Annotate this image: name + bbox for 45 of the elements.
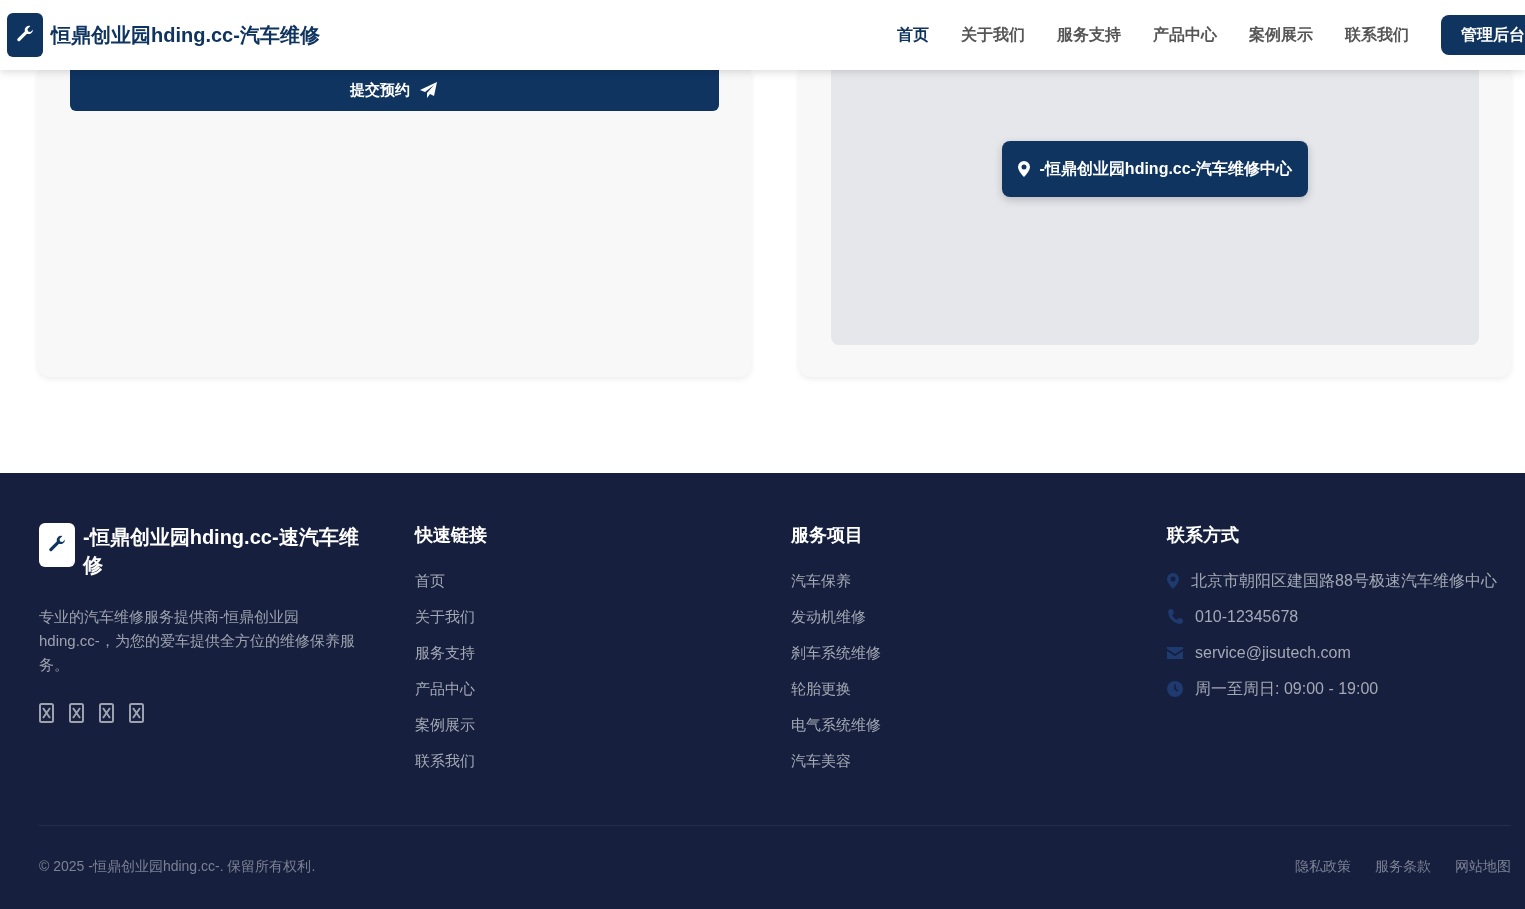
contact-text: 北京市朝阳区建国路88号极速汽车维修中心 <box>1191 570 1497 591</box>
send-icon <box>420 82 439 98</box>
map-pin-icon <box>1167 573 1179 589</box>
nav-link[interactable]: 关于我们 <box>945 24 1041 46</box>
footer-link[interactable]: 电气系统维修 <box>791 713 1167 737</box>
footer-link[interactable]: 产品中心 <box>415 677 791 701</box>
contact-text: service@jisutech.com <box>1195 644 1351 662</box>
nav-link[interactable]: 联系我们 <box>1329 24 1425 46</box>
nav-link[interactable]: 服务支持 <box>1041 24 1137 46</box>
nav-link[interactable]: 案例展示 <box>1233 24 1329 46</box>
footer-link[interactable]: 汽车美容 <box>791 749 1167 773</box>
footer-link[interactable]: 汽车保养 <box>791 569 1167 593</box>
location-label: -恒鼎创业园hding.cc-汽车维修中心 <box>1001 141 1308 197</box>
footer-link[interactable]: 网站地图 <box>1455 858 1511 876</box>
placeholder-glyph-icon[interactable] <box>69 703 84 723</box>
site-title: 恒鼎创业园hding.cc-汽车维修 <box>51 22 320 48</box>
footer-link[interactable]: 发动机维修 <box>791 605 1167 629</box>
submit-button[interactable]: 提交预约 <box>70 70 719 111</box>
nav-link[interactable]: 产品中心 <box>1137 24 1233 46</box>
footer-link[interactable]: 关于我们 <box>415 605 791 629</box>
column-heading: 联系方式 <box>1167 524 1240 547</box>
footer-link[interactable]: 案例展示 <box>415 713 791 737</box>
column-heading: 快速链接 <box>415 524 488 547</box>
map-pin-icon <box>1017 161 1030 177</box>
footer-title: -恒鼎创业园hding.cc-速汽车维修 <box>83 525 360 578</box>
envelope-icon <box>1167 647 1183 659</box>
placeholder-glyph-icon[interactable] <box>129 703 144 723</box>
footer-link[interactable]: 刹车系统维修 <box>791 641 1167 665</box>
footer-description: 专业的汽车维修服务提供商-恒鼎创业园hding.cc-，为您的爱车提供全方位的维修保养服务。 <box>39 607 356 675</box>
footer-link[interactable]: 首页 <box>415 569 791 593</box>
placeholder-glyph-icon[interactable] <box>39 703 54 723</box>
copyright-text: © 2025 -恒鼎创业园hding.cc-. 保留所有权利. <box>39 858 316 876</box>
clock-icon <box>1167 681 1183 697</box>
footer-link[interactable]: 轮胎更换 <box>791 677 1167 701</box>
footer-link[interactable]: 服务支持 <box>415 641 791 665</box>
contact-text: 010-12345678 <box>1195 608 1299 626</box>
footer-link[interactable]: 服务条款 <box>1375 858 1431 876</box>
phone-icon <box>1167 609 1183 625</box>
column-heading: 服务项目 <box>791 524 864 547</box>
placeholder-glyph-icon[interactable] <box>99 703 114 723</box>
footer-link[interactable]: 联系我们 <box>415 749 791 773</box>
footer-link[interactable]: 隐私政策 <box>1295 858 1351 876</box>
nav-link[interactable]: 首页 <box>881 24 945 46</box>
contact-text: 周一至周日: 09:00 - 19:00 <box>1195 678 1379 699</box>
admin-button[interactable]: 管理后台 <box>1441 15 1525 55</box>
